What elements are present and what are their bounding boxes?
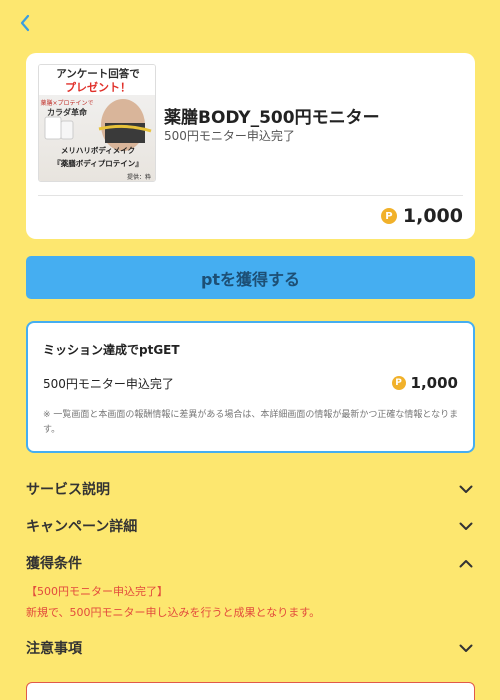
accordion-campaign[interactable]: キャンペーン詳細 [26,514,475,538]
thumb-text-1: アンケート回答で [56,67,140,80]
thumb-text-4: カラダ革命 [47,107,88,117]
offer-points-value: 1,000 [402,205,463,227]
mission-card: ミッション達成でptGET 500円モニター申込完了 P 1,000 ※ 一覧画… [26,321,475,453]
chevron-down-icon [457,639,475,657]
offer-card: アンケート回答で プレゼント！ 薬膳×プロテインで カラダ革命 メリハリボディメ… [26,53,475,239]
mission-item-label: 500円モニター申込完了 [43,376,174,391]
chevron-left-icon [20,14,30,32]
thumb-text-2: プレゼント！ [65,80,131,94]
conditions-heading: 【500円モニター申込完了】 [26,585,168,598]
thumb-text-7: 提供：粋 [127,173,151,181]
mission-item: 500円モニター申込完了 P 1,000 [43,374,458,392]
divider [38,195,463,196]
get-points-button[interactable]: ptを獲得する [26,256,475,299]
mission-title: ミッション達成でptGET [43,343,180,357]
accordion-campaign-label: キャンペーン詳細 [26,519,138,535]
conditions-text: 新規で、500円モニター申し込みを行うと成果となります。 [26,606,321,619]
accordion-notes[interactable]: 注意事項 [26,636,475,660]
coin-icon: P [391,376,406,390]
bottom-notice-box [26,682,475,700]
offer-subtitle: 500円モニター申込完了 [164,129,295,143]
mission-points-value: 1,000 [410,374,458,392]
accordion-conditions[interactable]: 獲得条件 [26,551,475,575]
mission-item-points: P 1,000 [391,374,458,392]
accordion-conditions-label: 獲得条件 [26,556,82,572]
thumb-text-3: 薬膳×プロテインで [40,99,93,107]
offer-thumbnail[interactable]: アンケート回答で プレゼント！ 薬膳×プロテインで カラダ革命 メリハリボディメ… [38,64,156,182]
thumb-text-6: 『薬膳ボディプロテイン』 [53,158,142,168]
chevron-up-icon [457,554,475,572]
thumb-text-5: メリハリボディメイク [61,145,135,155]
accordion-notes-label: 注意事項 [26,641,82,657]
mission-note: ※ 一覧画面と本画面の報酬情報に差異がある場合は、本詳細画面の情報が最新かつ正確… [43,410,459,435]
back-button[interactable] [14,12,36,34]
chevron-down-icon [457,480,475,498]
offer-title: 薬膳BODY_500円モニター [164,108,380,128]
offer-points: P 1,000 [380,205,463,227]
accordion-service[interactable]: サービス説明 [26,477,475,501]
coin-icon: P [380,208,397,224]
accordion-service-label: サービス説明 [26,482,110,498]
chevron-down-icon [457,517,475,535]
